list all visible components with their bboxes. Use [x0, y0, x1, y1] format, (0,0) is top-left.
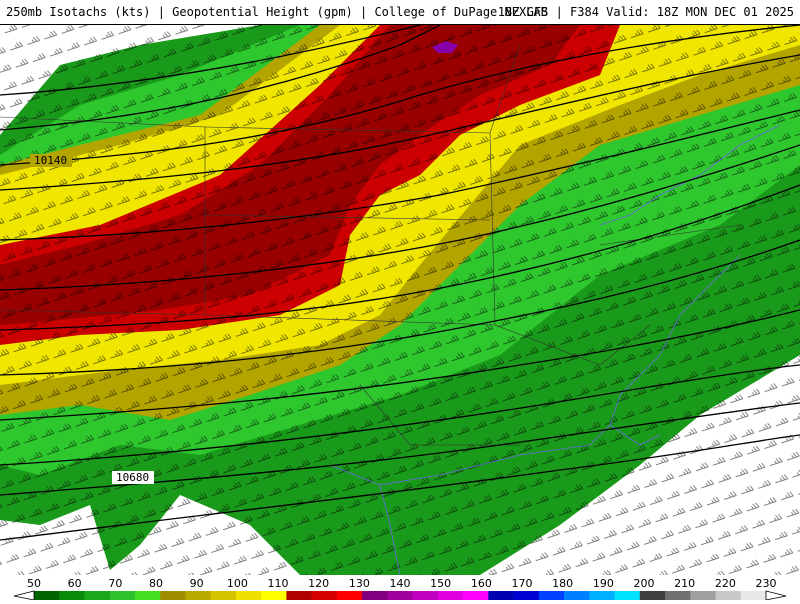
colorbar-swatch: [437, 591, 464, 600]
colorbar-swatch: [261, 591, 287, 600]
colorbar-label: 70: [108, 577, 122, 590]
colorbar-swatch: [134, 591, 161, 600]
colorbar-swatch: [715, 591, 742, 600]
colorbar-swatch: [614, 591, 641, 600]
colorbar-swatch: [412, 591, 439, 600]
colorbar-label: 60: [68, 577, 82, 590]
colorbar-swatch: [564, 591, 590, 600]
contour-label-10140: 10140: [34, 154, 67, 167]
colorbar-left-arrow: [13, 590, 35, 601]
colorbar-swatch: [513, 591, 540, 600]
colorbar-swatch: [538, 591, 565, 600]
colorbar-swatch: [336, 591, 363, 600]
colorbar-swatch: [665, 591, 691, 600]
colorbar-swatch: [690, 591, 716, 600]
product-title: 250mb Isotachs (kts) | Geopotential Heig…: [6, 5, 548, 19]
colorbar-label: 110: [268, 577, 289, 590]
colorbar-swatch: [109, 591, 136, 600]
wind-barbs: [0, 25, 800, 575]
colorbar-label: 210: [674, 577, 695, 590]
colorbar-footer: 50 60 70 80 90 100 110 120 130 140 150 160 170 180 190…: [0, 575, 800, 601]
colorbar-swatch: [488, 591, 514, 600]
colorbar-swatch: [286, 591, 312, 600]
colorbar-label: 120: [308, 577, 329, 590]
contour-label-10680: 10680: [116, 471, 149, 484]
colorbar-label: 150: [430, 577, 451, 590]
model-run-info: 18Z GFS | F384 Valid: 18Z MON DEC 01 202…: [497, 5, 794, 19]
colorbar-swatch: [59, 591, 85, 600]
colorbar-label: 230: [756, 577, 777, 590]
colorbar-label: 100: [227, 577, 248, 590]
colorbar-label: 130: [349, 577, 370, 590]
isotach-map: 10140 10680: [0, 25, 800, 575]
colorbar-swatch: [740, 591, 767, 600]
colorbar-swatch: [160, 591, 186, 600]
colorbar-label: 140: [390, 577, 411, 590]
colorbar-label: 90: [190, 577, 204, 590]
colorbar-right-arrow: [765, 590, 787, 601]
isotach-colorbar: 50 60 70 80 90 100 110 120 130 140 150 160 170 180 190…: [13, 577, 787, 601]
colorbar-swatch: [84, 591, 111, 600]
colorbar-swatch: [311, 591, 338, 600]
colorbar-label: 160: [471, 577, 492, 590]
colorbar-swatch: [34, 591, 60, 600]
colorbar-label: 50: [27, 577, 41, 590]
colorbar-swatch: [387, 591, 413, 600]
colorbar-label: 170: [512, 577, 533, 590]
colorbar-label: 220: [715, 577, 736, 590]
colorbar-swatch: [463, 591, 489, 600]
colorbar-swatch: [210, 591, 237, 600]
colorbar-label: 80: [149, 577, 163, 590]
colorbar-swatch: [185, 591, 211, 600]
colorbar-label: 190: [593, 577, 614, 590]
colorbar-swatch: [362, 591, 388, 600]
colorbar-swatch: [589, 591, 615, 600]
colorbar-swatch: [639, 591, 666, 600]
map-header: 250mb Isotachs (kts) | Geopotential Heig…: [0, 0, 800, 25]
colorbar-swatch: [235, 591, 262, 600]
colorbar-label: 180: [552, 577, 573, 590]
colorbar-label: 200: [634, 577, 655, 590]
